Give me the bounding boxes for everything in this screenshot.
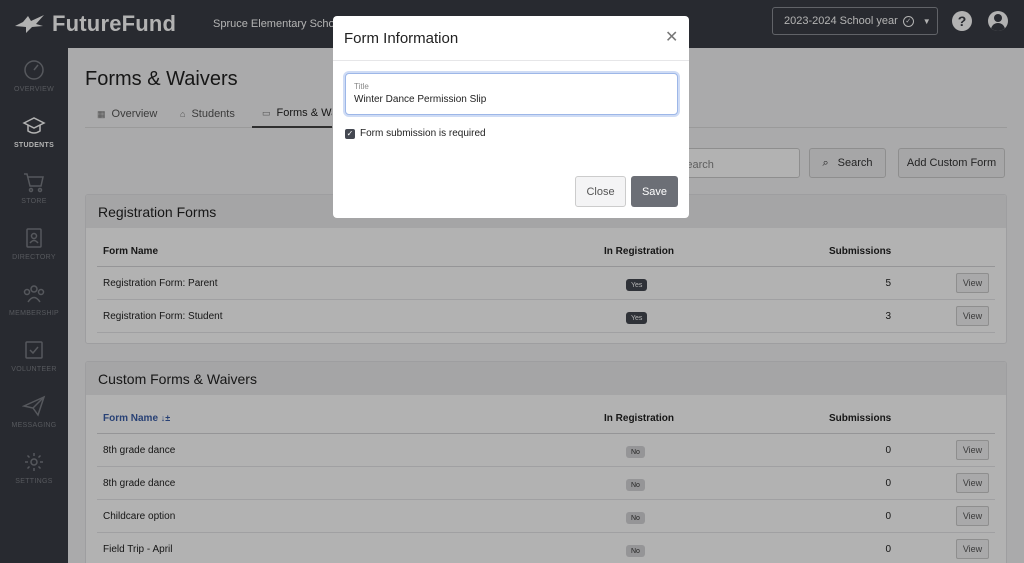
dialog-title: Form Information <box>344 30 459 47</box>
close-icon[interactable]: ✕ <box>665 30 678 46</box>
divider <box>333 60 689 61</box>
save-button[interactable]: Save <box>631 176 678 207</box>
checkbox-label: Form submission is required <box>360 128 486 139</box>
form-information-dialog: Form Information ✕ Title ✓ Form submissi… <box>333 16 689 218</box>
title-input[interactable] <box>354 94 664 105</box>
app: FutureFund Spruce Elementary School 2023… <box>0 0 1024 563</box>
checkbox-checked-icon[interactable]: ✓ <box>345 128 355 139</box>
title-field-label: Title <box>354 82 369 91</box>
title-field[interactable]: Title <box>345 73 678 115</box>
submission-required-checkbox[interactable]: ✓ Form submission is required <box>345 128 486 139</box>
close-button[interactable]: Close <box>575 176 626 207</box>
